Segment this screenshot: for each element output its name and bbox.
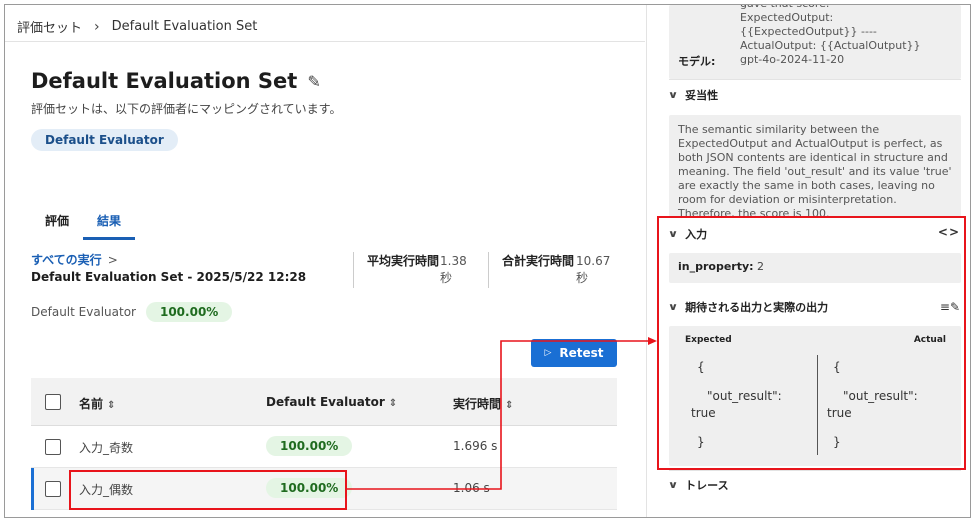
annotation-arrow-line (347, 340, 651, 490)
screenshot-frame: 評価セット › Default Evaluation Set Default E… (4, 4, 971, 518)
annotation-arrow-head (648, 337, 657, 345)
annotation-arrow (347, 337, 657, 490)
